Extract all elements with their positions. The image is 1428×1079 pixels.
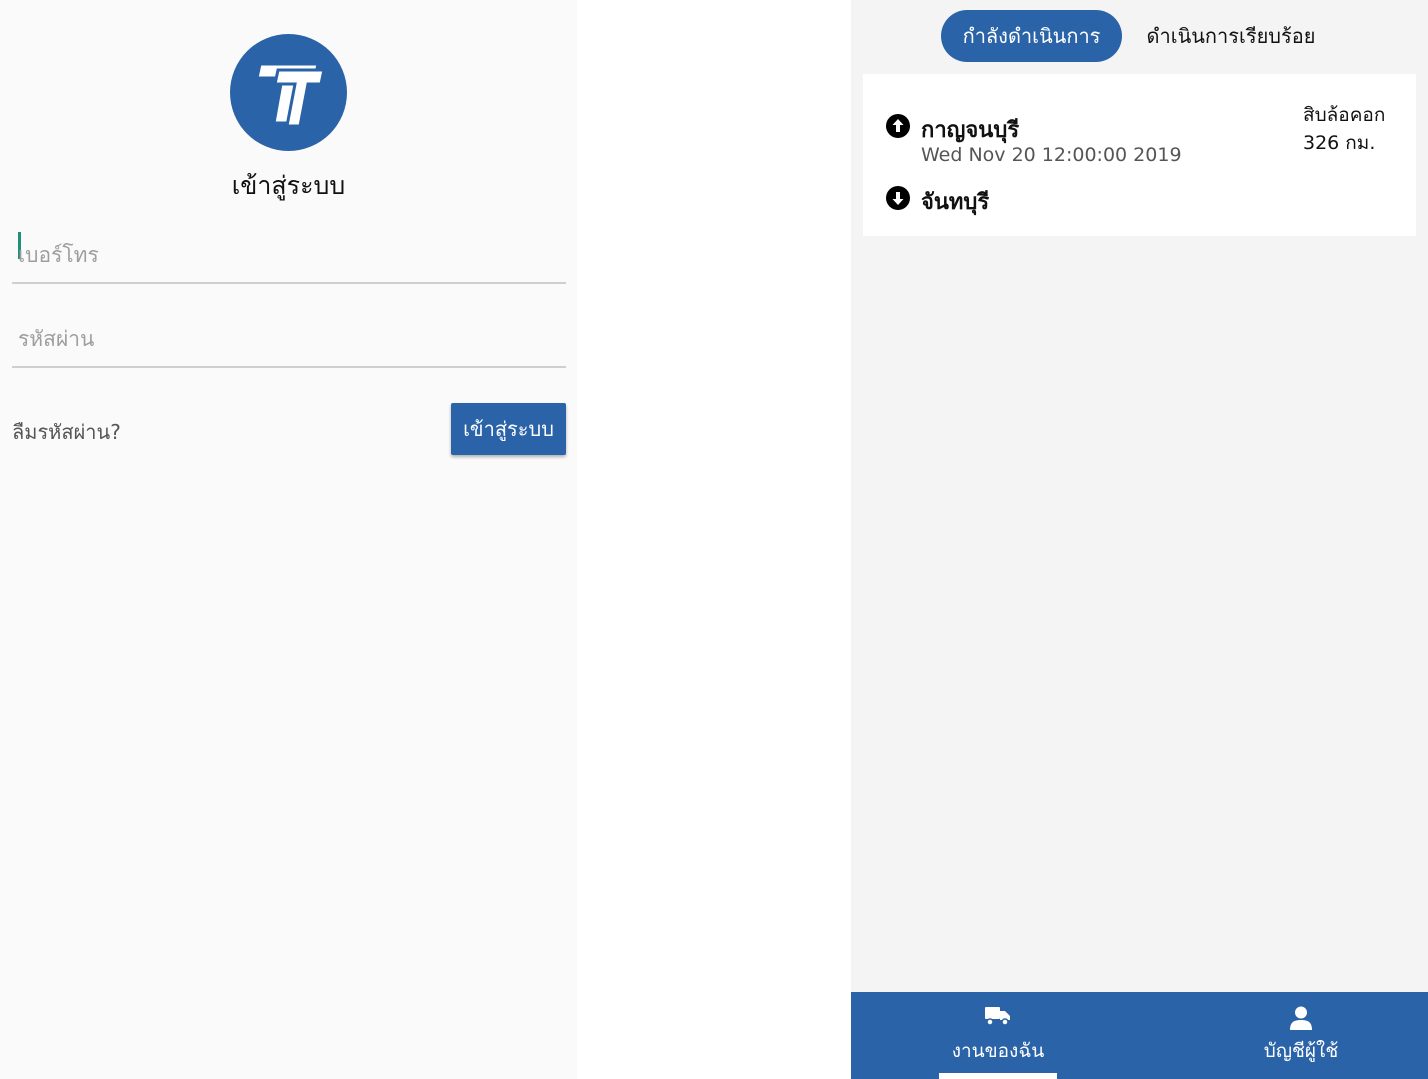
tab-in-progress[interactable]: กำลังดำเนินการ [941,10,1122,62]
distance: 326 กม. [1303,132,1376,154]
pickup-datetime: Wed Nov 20 12:00:00 2019 [921,144,1182,166]
arrow-down-circle-icon [886,186,910,210]
job-card[interactable]: กาญจนบุรี Wed Nov 20 12:00:00 2019 จันทบ… [863,74,1416,236]
phone-field[interactable] [12,224,566,284]
login-button[interactable]: เข้าสู่ระบบ [451,403,566,455]
nav-my-jobs[interactable]: งานของฉัน [939,992,1057,1079]
nav-account[interactable]: บัญชีผู้ใช้ [1236,992,1366,1079]
jobs-screen: กำลังดำเนินการ ดำเนินการเรียบร้อย กาญจนบ… [851,0,1428,1079]
bottom-navigation: งานของฉัน บัญชีผู้ใช้ [851,992,1428,1079]
active-tab-indicator [939,1073,1057,1079]
login-title: เข้าสู่ระบบ [231,171,346,200]
tab-completed[interactable]: ดำเนินการเรียบร้อย [1136,10,1326,62]
user-icon [1290,1006,1312,1030]
arrow-up-circle-icon [886,114,910,138]
tt-logo-icon [255,62,326,128]
destination-location: จันทบุรี [921,190,990,215]
password-input[interactable] [18,322,558,356]
phone-input[interactable] [18,238,558,272]
vehicle-type: สิบล้อคอก [1303,104,1386,126]
forgot-password-link[interactable]: ลืมรหัสผ่าน? [12,416,121,448]
password-field[interactable] [12,308,566,368]
origin-location: กาญจนบุรี [921,118,1020,143]
nav-account-label: บัญชีผู้ใช้ [1263,1040,1339,1062]
truck-icon [985,1007,1010,1026]
login-screen: เข้าสู่ระบบ ลืมรหัสผ่าน? เข้าสู่ระบบ [0,0,577,1079]
app-logo [230,34,347,151]
nav-my-jobs-label: งานของฉัน [951,1040,1045,1062]
